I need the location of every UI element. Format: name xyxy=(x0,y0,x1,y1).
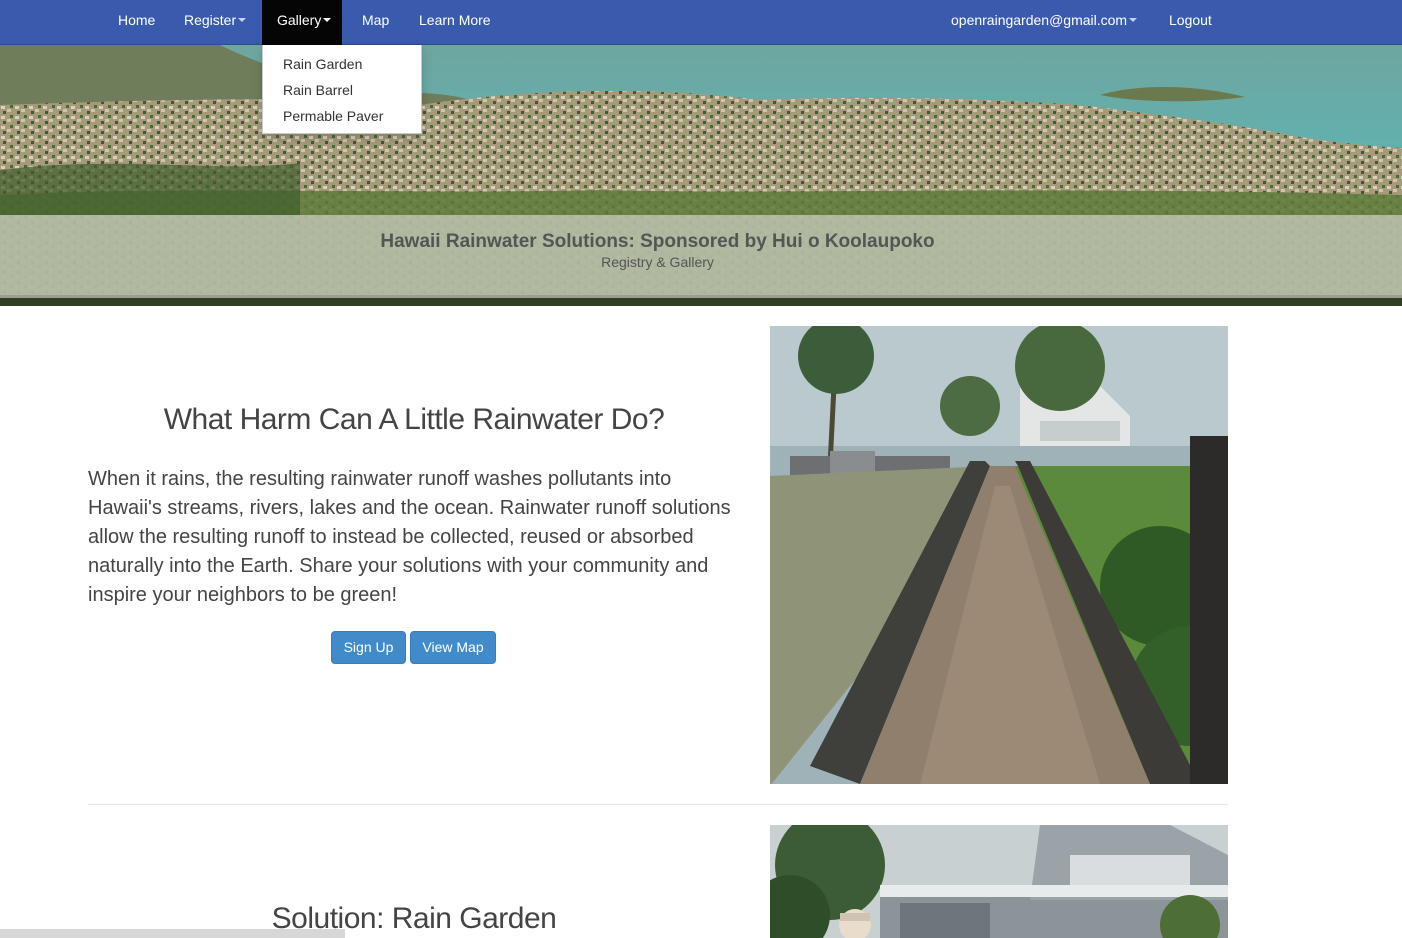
hero-title: Hawaii Rainwater Solutions: Sponsored by… xyxy=(380,231,935,252)
nav-map[interactable]: Map xyxy=(362,0,389,45)
logout-link[interactable]: Logout xyxy=(1169,0,1212,45)
nav-gallery-label: Gallery xyxy=(277,12,322,28)
user-account-dropdown[interactable]: openraingarden@gmail.com xyxy=(951,0,1138,45)
intro-heading: What Harm Can A Little Rainwater Do? xyxy=(163,403,665,436)
dropdown-item-permable-paver[interactable]: Permable Paver xyxy=(263,103,421,129)
chevron-down-icon xyxy=(323,18,332,23)
intro-paragraph: When it rains, the resulting rainwater r… xyxy=(88,468,731,606)
view-map-button[interactable]: View Map xyxy=(410,631,496,664)
nav-register-label: Register xyxy=(184,12,237,28)
gallery-dropdown-menu: Rain Garden Rain Barrel Permable Paver xyxy=(262,45,422,134)
dropdown-item-rain-barrel[interactable]: Rain Barrel xyxy=(263,77,421,103)
sign-up-button[interactable]: Sign Up xyxy=(331,631,406,664)
nav-gallery-dropdown[interactable]: Gallery xyxy=(262,0,343,45)
top-navbar: Home Register Gallery Map Learn More ope… xyxy=(0,0,1402,45)
canal-photo xyxy=(770,326,1228,784)
hero-banner: Hawaii Rainwater Solutions: Sponsored by… xyxy=(0,45,1402,306)
nav-home-label: Home xyxy=(118,12,156,28)
chevron-down-icon xyxy=(1129,18,1138,23)
rain-garden-photo xyxy=(770,825,1228,938)
horizontal-scrollbar[interactable] xyxy=(0,929,345,938)
dropdown-item-rain-garden[interactable]: Rain Garden xyxy=(263,51,421,77)
nav-home[interactable]: Home xyxy=(118,0,155,45)
nav-map-label: Map xyxy=(362,12,390,28)
logout-label: Logout xyxy=(1169,12,1212,28)
hero-subtitle: Registry & Gallery xyxy=(601,254,714,270)
chevron-down-icon xyxy=(238,18,247,23)
user-email: openraingarden@gmail.com xyxy=(951,12,1128,28)
nav-learn-more-label: Learn More xyxy=(419,12,491,28)
section-divider xyxy=(88,804,1228,805)
nav-register-dropdown[interactable]: Register xyxy=(184,0,247,45)
nav-learn-more[interactable]: Learn More xyxy=(419,0,491,45)
